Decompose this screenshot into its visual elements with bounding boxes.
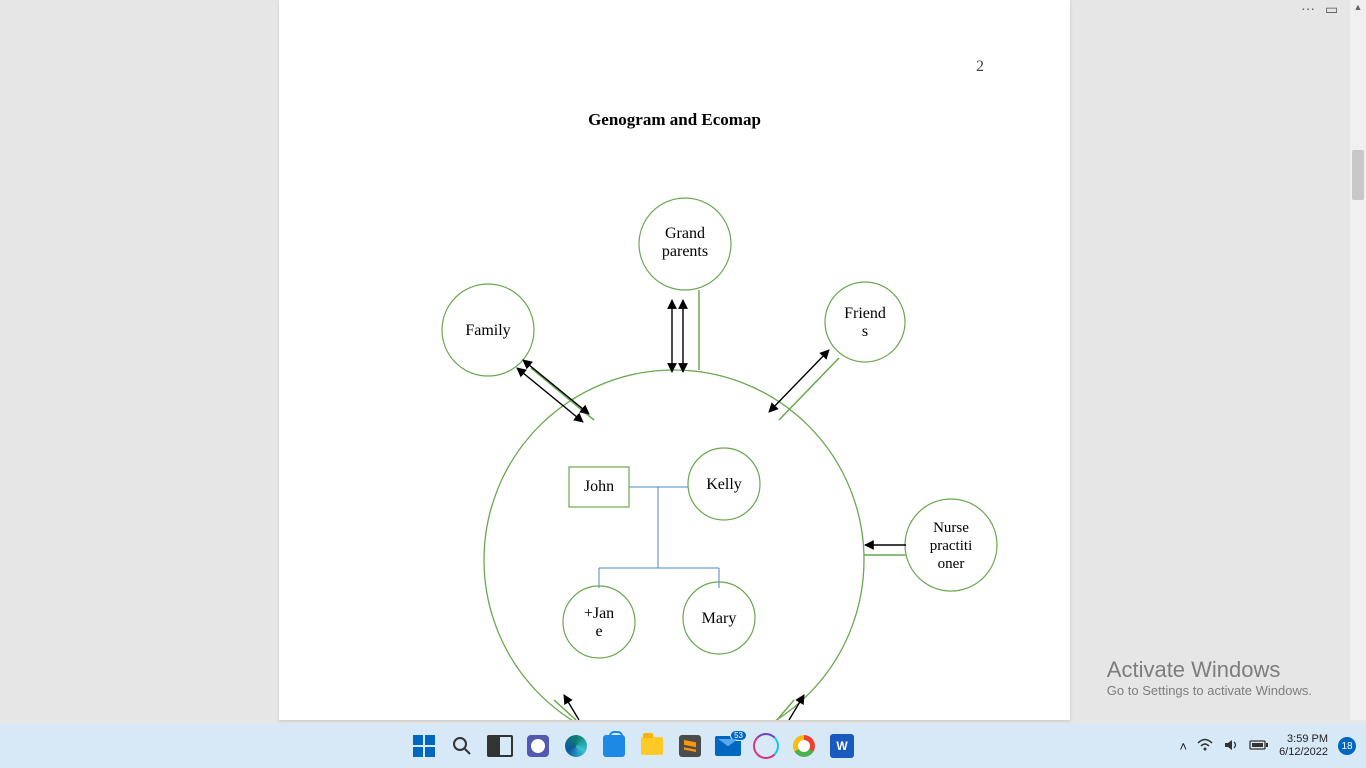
clock[interactable]: 3:59 PM 6/12/2022: [1279, 733, 1328, 759]
taskbar: 53 W ˄ 3:59 PM 6/12/2022 18: [0, 724, 1366, 768]
mail-badge: 53: [730, 730, 747, 741]
teams-icon[interactable]: [524, 732, 552, 760]
more-icon[interactable]: ···: [1301, 4, 1315, 18]
store-icon[interactable]: [600, 732, 628, 760]
label-nurse-2: practiti: [930, 538, 972, 554]
label-family: Family: [465, 322, 510, 339]
label-nurse-1: Nurse: [933, 520, 969, 536]
central-circle: [484, 370, 864, 720]
tray-chevron-icon[interactable]: ˄: [1179, 739, 1187, 754]
sublime-icon[interactable]: [676, 732, 704, 760]
time-label: 3:59 PM: [1279, 733, 1328, 746]
swirl-app-icon[interactable]: [752, 732, 780, 760]
link-friends-green: [779, 358, 839, 420]
link-friends-arrow: [769, 350, 829, 412]
activate-windows-watermark: Activate Windows Go to Settings to activ…: [1107, 657, 1312, 698]
label-mary: Mary: [702, 610, 737, 627]
start-button[interactable]: [410, 732, 438, 760]
label-john: John: [584, 478, 614, 495]
watermark-sub: Go to Settings to activate Windows.: [1107, 683, 1312, 698]
node-jane: [563, 586, 635, 658]
node-friends: [825, 282, 905, 362]
label-jane-1: +Jan: [584, 605, 614, 622]
taskbar-right: ˄ 3:59 PM 6/12/2022 18: [1179, 733, 1366, 759]
task-view-icon[interactable]: [486, 732, 514, 760]
label-jane-2: e: [595, 623, 602, 640]
link-family-arrow1: [517, 368, 583, 422]
ecomap-diagram: Grand parents Family Friend s Nurse prac…: [279, 0, 1070, 720]
label-grandparents-2: parents: [662, 243, 708, 260]
scrollbar[interactable]: ▲: [1350, 0, 1366, 720]
watermark-title: Activate Windows: [1107, 657, 1312, 683]
scroll-up-icon[interactable]: ▲: [1350, 0, 1366, 14]
chrome-icon[interactable]: [790, 732, 818, 760]
ribbon-toggle-icon[interactable]: ▭: [1325, 4, 1338, 18]
word-icon[interactable]: W: [828, 732, 856, 760]
label-nurse-3: oner: [938, 556, 965, 572]
date-label: 6/12/2022: [1279, 746, 1328, 759]
document-page[interactable]: 2 Genogram and Ecomap Grand parents Fami…: [279, 0, 1070, 720]
label-kelly: Kelly: [706, 476, 742, 493]
mail-icon[interactable]: 53: [714, 732, 742, 760]
link-family-arrow2: [523, 360, 589, 414]
label-friends-2: s: [862, 323, 868, 340]
link-lower-right-arrow: [789, 695, 804, 720]
link-family-green: [531, 368, 594, 420]
battery-icon[interactable]: [1249, 739, 1269, 754]
scroll-thumb[interactable]: [1352, 150, 1364, 200]
app-root: ··· ▭ ✕ ▲ 2 Genogram and Ecomap Grand pa…: [0, 0, 1366, 768]
taskbar-center: 53 W: [410, 732, 856, 760]
label-grandparents-1: Grand: [665, 225, 705, 242]
label-friends-1: Friend: [844, 305, 886, 322]
notification-badge[interactable]: 18: [1338, 737, 1356, 755]
file-explorer-icon[interactable]: [638, 732, 666, 760]
search-icon[interactable]: [448, 732, 476, 760]
volume-icon[interactable]: [1223, 738, 1239, 755]
edge-icon[interactable]: [562, 732, 590, 760]
wifi-icon[interactable]: [1197, 738, 1213, 755]
